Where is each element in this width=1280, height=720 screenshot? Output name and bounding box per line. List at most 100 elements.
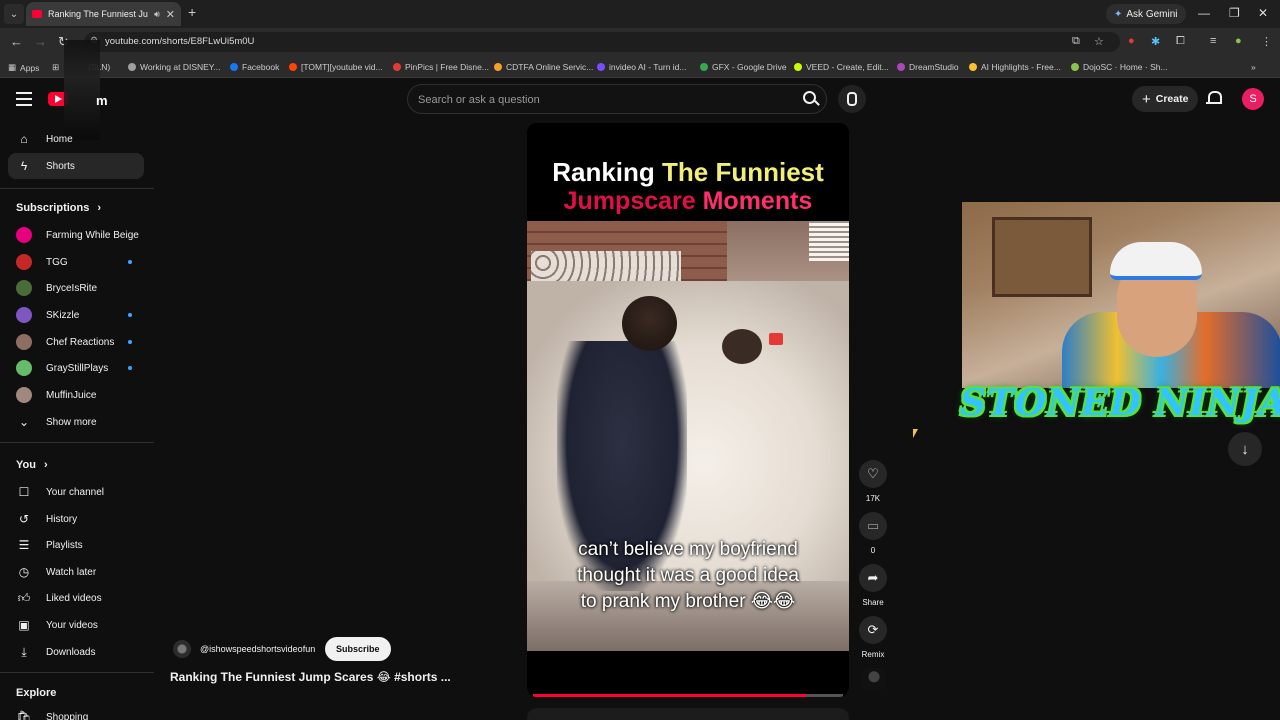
speaker-icon[interactable]: 🔊︎ xyxy=(154,9,160,20)
extensions-puzzle-icon[interactable]: ⧠ xyxy=(1176,35,1185,48)
close-window-button[interactable]: ✕ xyxy=(1258,6,1268,20)
window-blinds xyxy=(809,221,849,261)
bookmark-cdtfa[interactable]: CDTFA Online Servic... xyxy=(494,62,593,72)
comment-action[interactable]: ▭ 0 xyxy=(858,512,888,555)
bookmark-label: AI Highlights - Free... xyxy=(981,62,1061,72)
back-arrow-icon[interactable]: ← xyxy=(10,34,23,49)
caption-line: thought it was a good idea xyxy=(577,565,799,586)
create-button[interactable]: + Create xyxy=(1132,86,1199,112)
share-label: Share xyxy=(862,598,884,607)
watch-later-icon: ◷ xyxy=(18,565,30,579)
microphone-icon[interactable] xyxy=(838,85,866,113)
bookmark-dreamstudio[interactable]: DreamStudio xyxy=(897,62,959,72)
short-video-player[interactable]: Ranking The Funniest Jumpscare Moments c… xyxy=(527,123,849,697)
close-tab-icon[interactable]: ✕ xyxy=(166,8,175,21)
search-icon[interactable] xyxy=(797,87,823,111)
subscriptions-heading[interactable]: Subscriptions › xyxy=(16,202,101,214)
ask-gemini-button[interactable]: ✦ Ask Gemini xyxy=(1106,4,1186,24)
overlay-title-line-2: Jumpscare Moments xyxy=(527,187,849,216)
chevron-down-icon: ⌄ xyxy=(18,415,30,429)
bookmark-star-icon[interactable]: ☆ xyxy=(1094,35,1104,48)
share-arrow-icon[interactable]: ➦ xyxy=(859,564,887,592)
subscribe-button[interactable]: Subscribe xyxy=(325,637,391,661)
video-progress-bar[interactable] xyxy=(533,694,843,697)
ask-gemini-label: Ask Gemini xyxy=(1126,8,1178,20)
short-channel-avatar[interactable] xyxy=(173,640,191,658)
bookmarks-overflow-icon[interactable]: » xyxy=(1251,62,1256,72)
sidebar-item-subscription[interactable]: SKizzle xyxy=(8,302,144,328)
share-action[interactable]: ➦ Share xyxy=(858,564,888,607)
minimize-window-button[interactable]: — xyxy=(1198,6,1210,20)
sidebar-item-subscription[interactable]: TGG xyxy=(8,249,144,275)
address-url[interactable]: youtube.com/shorts/E8FLwUi5m0U xyxy=(105,36,254,47)
bookmark-favicon-icon xyxy=(128,63,136,71)
sidebar-item-subscription[interactable]: MuffinJuice xyxy=(8,382,144,408)
heart-icon[interactable]: ♡ xyxy=(859,460,887,488)
next-short-preview[interactable] xyxy=(527,708,849,720)
show-more-button[interactable]: ⌄ Show more xyxy=(8,409,144,435)
sidebar-item-subscription[interactable]: Farming While Beige xyxy=(8,222,144,248)
bookmark-pinpics[interactable]: PinPics | Free Disne... xyxy=(393,62,489,72)
new-tab-button[interactable]: + xyxy=(188,4,196,20)
sidebar-item-shopping[interactable]: 🛍︎ Shopping xyxy=(8,704,144,720)
sidebar-item-shorts[interactable]: ϟ Shorts xyxy=(8,153,144,179)
sound-thumbnail[interactable] xyxy=(863,668,885,690)
bookmark-grid[interactable]: ⊞ xyxy=(52,62,59,73)
profile-icon[interactable]: ● xyxy=(1235,35,1242,47)
show-more-label: Show more xyxy=(46,416,97,428)
browser-tab[interactable]: Ranking The Funniest Jump 🔊︎ ✕ xyxy=(26,2,181,26)
sidebar-item-liked-videos[interactable]: 👍︎ Liked videos xyxy=(8,585,144,611)
tab-search-icon[interactable]: ≡ xyxy=(1210,35,1216,47)
history-icon: ↺ xyxy=(18,512,30,526)
maximize-window-button[interactable]: ❐ xyxy=(1229,6,1240,20)
sidebar-item-downloads[interactable]: ⤓ Downloads xyxy=(8,639,144,665)
sidebar-item-label: Playlists xyxy=(46,539,83,551)
facebook-icon xyxy=(230,63,238,71)
sidebar-item-history[interactable]: ↺ History xyxy=(8,506,144,532)
extension-blue-icon[interactable]: ✱ xyxy=(1151,35,1160,48)
account-avatar[interactable]: S xyxy=(1242,88,1264,110)
notifications-bell-icon[interactable] xyxy=(1206,90,1222,108)
sidebar-item-subscription[interactable]: Chef Reactions xyxy=(8,329,144,355)
sidebar-item-your-videos[interactable]: ▣ Your videos xyxy=(8,612,144,638)
bookmark-disney[interactable]: Working at DISNEY... xyxy=(128,62,220,72)
bookmark-dojosc[interactable]: DojoSC · Home · Sh... xyxy=(1071,62,1168,72)
short-title[interactable]: Ranking The Funniest Jump Scares 😂 #shor… xyxy=(170,670,451,684)
new-content-dot xyxy=(128,313,132,317)
bookmark-tomt[interactable]: [TOMT][youtube vid... xyxy=(289,62,383,72)
logo-text[interactable]: m xyxy=(96,93,108,108)
short-channel-handle[interactable]: @ishowspeedshortsvideofun xyxy=(200,644,315,654)
search-input[interactable] xyxy=(418,91,788,109)
extension-red-icon[interactable]: ● xyxy=(1128,35,1135,47)
new-content-dot xyxy=(128,340,132,344)
sidebar-item-your-channel[interactable]: ☐ Your channel xyxy=(8,479,144,505)
bookmark-label: PinPics | Free Disne... xyxy=(405,62,489,72)
sidebar-item-watch-later[interactable]: ◷ Watch later xyxy=(8,559,144,585)
sidebar-item-subscription[interactable]: GrayStillPlays xyxy=(8,355,144,381)
sidebar-item-subscription[interactable]: BryceIsRite xyxy=(8,275,144,301)
bookmark-veed[interactable]: VEED - Create, Edit... xyxy=(794,62,889,72)
download-icon: ⤓ xyxy=(21,644,27,659)
you-heading[interactable]: You › xyxy=(16,459,48,471)
bookmark-apps[interactable]: ▦ Apps xyxy=(8,62,39,73)
bookmark-gfx-drive[interactable]: GFX - Google Drive xyxy=(700,62,787,72)
hamburger-menu-icon[interactable] xyxy=(16,92,32,106)
next-short-arrow-icon[interactable]: ↓ xyxy=(1228,432,1262,466)
like-action[interactable]: ♡ 17K xyxy=(858,460,888,503)
overlay-title-part: Moments xyxy=(702,187,813,215)
tab-list-button[interactable]: ⌄ xyxy=(4,4,24,24)
dreamstudio-icon xyxy=(897,63,905,71)
bookmark-invideo[interactable]: invideo AI - Turn id... xyxy=(597,62,686,72)
bookmark-ai-highlights[interactable]: AI Highlights - Free... xyxy=(969,62,1061,72)
bookmark-facebook[interactable]: Facebook xyxy=(230,62,279,72)
caption-line: to prank my brother 😂😂 xyxy=(580,591,796,612)
browser-menu-icon[interactable]: ⋮ xyxy=(1261,35,1272,48)
comment-icon[interactable]: ▭ xyxy=(859,512,887,540)
forward-arrow-icon[interactable]: → xyxy=(34,34,47,49)
sidebar-item-home[interactable]: ⌂ Home xyxy=(8,126,144,152)
install-app-icon[interactable]: ⧉ xyxy=(1072,35,1080,48)
remix-action[interactable]: ⟳ Remix xyxy=(858,616,888,659)
remix-icon[interactable]: ⟳ xyxy=(859,616,887,644)
address-bar[interactable]: ⚙ youtube.com/shorts/E8FLwUi5m0U xyxy=(84,32,1120,52)
sidebar-item-playlists[interactable]: ☰ Playlists xyxy=(8,532,144,558)
